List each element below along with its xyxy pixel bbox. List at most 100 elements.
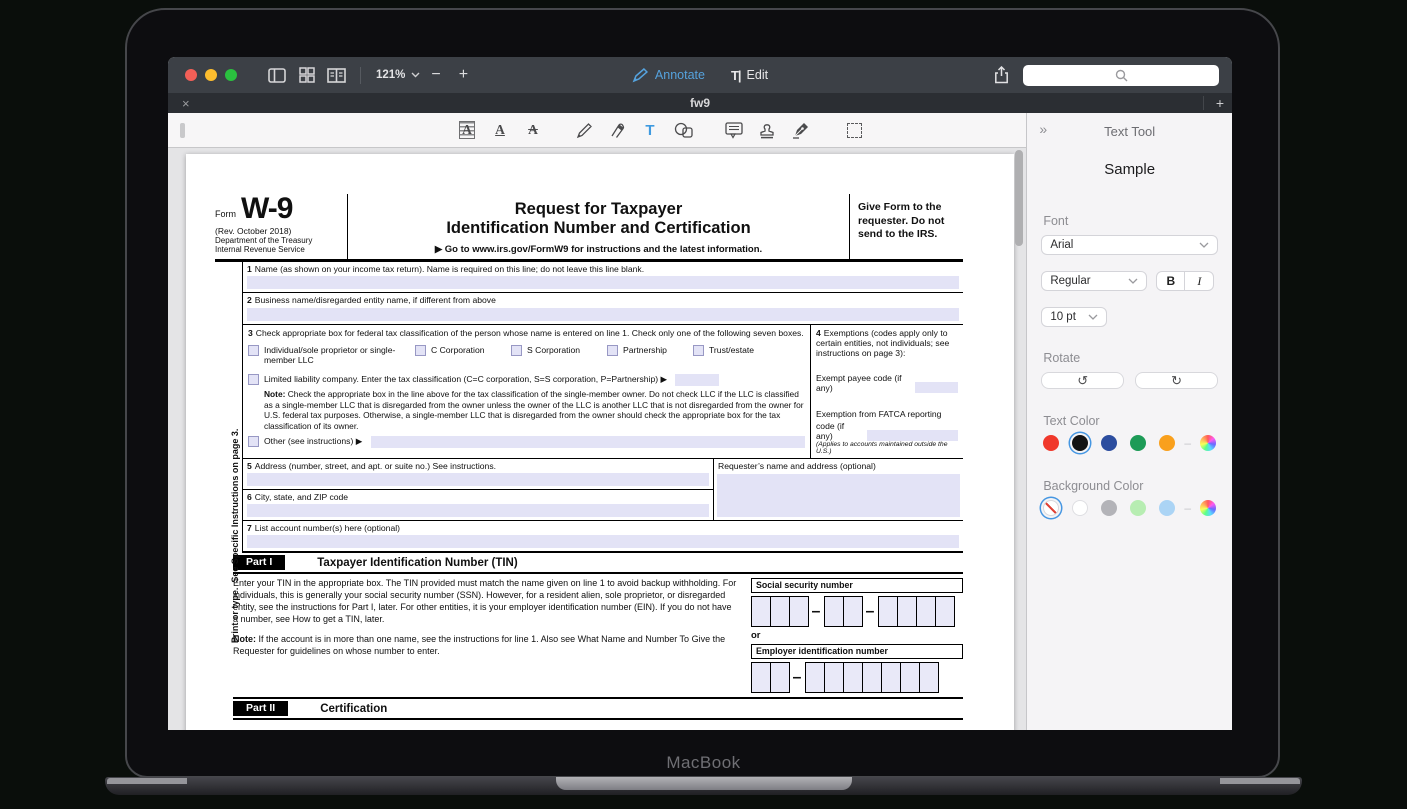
line1-name-row: 1Name (as shown on your income tax retur… [243,262,963,293]
background-color-swatches: – [1043,500,1216,516]
fatca-code-field[interactable] [867,430,958,441]
swatch-separator: – [1184,501,1191,515]
ssn-boxes[interactable]: – – [751,596,963,627]
pdf-page: Form W-9 (Rev. October 2018) Department … [186,154,1014,730]
two-page-view-icon[interactable] [327,67,346,83]
minimize-window-button[interactable] [205,69,217,81]
zoom-control[interactable]: 121% − + [376,66,475,84]
ssn-label: Social security number [751,578,963,593]
document-tab-title[interactable]: fw9 [690,96,710,110]
text-color-black-selected[interactable] [1072,435,1088,451]
collapse-sidebar-icon[interactable]: » [1039,121,1047,137]
text-color-red[interactable] [1043,435,1059,451]
edit-text-icon: T| [731,68,741,83]
pdf-app-window: 121% − + Annotate T| Edit [168,57,1232,730]
lid-notch [556,777,852,790]
text-color-custom-picker[interactable] [1200,435,1216,451]
exempt-payee-field[interactable] [915,382,958,393]
toolbar-drag-handle[interactable] [180,123,185,138]
highlight-text-icon[interactable]: A [456,119,478,141]
pencil-tool-icon[interactable] [573,119,595,141]
close-tab-button[interactable]: × [182,96,190,111]
document-viewport[interactable]: Form W-9 (Rev. October 2018) Department … [168,148,1026,730]
underline-text-icon[interactable]: A [489,119,511,141]
font-style-select[interactable]: Regular [1041,271,1147,291]
fullscreen-window-button[interactable] [225,69,237,81]
part2-chip: Part II [233,701,288,716]
bg-color-custom-picker[interactable] [1200,500,1216,516]
tab-annotate[interactable]: Annotate [632,68,705,83]
share-icon[interactable] [994,66,1009,84]
bg-color-white[interactable] [1072,500,1088,516]
thumbnails-view-icon[interactable] [297,67,316,83]
sidebar-toggle-icon[interactable] [267,67,286,83]
ein-boxes[interactable]: – [751,662,963,693]
select-tool-icon[interactable] [843,119,865,141]
classification-note: Note: Check the appropriate box in the l… [264,389,805,432]
text-color-orange[interactable] [1159,435,1175,451]
text-color-green[interactable] [1130,435,1146,451]
font-family-select[interactable]: Arial [1041,235,1218,255]
checkbox-llc[interactable] [248,374,259,385]
text-tool-sidebar: » Text Tool Sample Font Arial Regular B [1026,113,1232,730]
line5-address-field[interactable] [247,473,709,486]
bold-button[interactable]: B [1157,272,1185,290]
line6-city-row: 6City, state, and ZIP code [243,490,713,520]
bg-color-blue[interactable] [1159,500,1175,516]
swatch-separator: – [1184,436,1191,450]
checkbox-s-corp[interactable] [511,345,522,356]
tab-edit[interactable]: T| Edit [731,68,768,83]
text-color-blue[interactable] [1101,435,1117,451]
line7-account-field[interactable] [247,535,959,548]
checkbox-trust[interactable] [693,345,704,356]
text-tool-icon[interactable]: T [639,119,661,141]
checkbox-c-corp[interactable] [415,345,426,356]
rotate-cw-button[interactable]: ↻ [1135,372,1218,389]
ein-label: Employer identification number [751,644,963,659]
stamp-tool-icon[interactable] [756,119,778,141]
search-input[interactable] [1023,65,1219,86]
part1-instructions: Enter your TIN in the appropriate box. T… [233,578,751,693]
checkbox-other[interactable] [248,436,259,447]
window-controls [185,69,245,81]
font-size-select[interactable]: 10 pt [1041,307,1107,327]
signature-tool-icon[interactable] [789,119,811,141]
bg-color-none-selected[interactable] [1043,500,1059,516]
comment-tool-icon[interactable] [723,119,745,141]
font-section-label: Font [1043,214,1232,228]
annotate-pen-icon [632,68,649,83]
tabbar-divider [1203,96,1204,110]
llc-classification-field[interactable] [675,374,719,386]
bg-color-green[interactable] [1130,500,1146,516]
checkbox-individual[interactable] [248,345,259,356]
zoom-level[interactable]: 121% [376,69,405,81]
requester-field[interactable] [717,474,960,517]
checkbox-partnership[interactable] [607,345,618,356]
form-word: Form [215,209,236,222]
part2-header: Part II Certification [233,699,963,720]
line3-classification: 3Check appropriate box for federal tax c… [243,325,810,458]
app-toolbar: 121% − + Annotate T| Edit [168,57,1232,93]
zoom-in-button[interactable]: + [452,66,475,84]
other-field[interactable] [371,436,805,448]
macbook-base [105,777,1302,795]
close-window-button[interactable] [185,69,197,81]
strikethrough-text-icon[interactable]: A [522,119,544,141]
new-tab-button[interactable]: + [1216,95,1224,111]
rotate-ccw-button[interactable]: ↺ [1041,372,1124,389]
line7-account-row: 7List account number(s) here (optional) [243,521,963,551]
line1-name-field[interactable] [247,276,959,289]
zoom-out-button[interactable]: − [424,66,447,84]
italic-button[interactable]: I [1185,272,1213,290]
form-title-line1: Request for Taxpayer [358,200,839,219]
line2-business-field[interactable] [247,308,959,321]
eraser-tool-icon[interactable] [606,119,628,141]
line6-city-field[interactable] [247,504,709,517]
background-color-label: Background Color [1043,479,1232,493]
hinge-highlight-left [107,778,187,784]
vertical-scrollbar[interactable] [1015,150,1023,246]
bg-color-gray[interactable] [1101,500,1117,516]
toolbar-divider [360,67,361,84]
shapes-tool-icon[interactable] [672,119,694,141]
annotate-label: Annotate [655,68,705,82]
